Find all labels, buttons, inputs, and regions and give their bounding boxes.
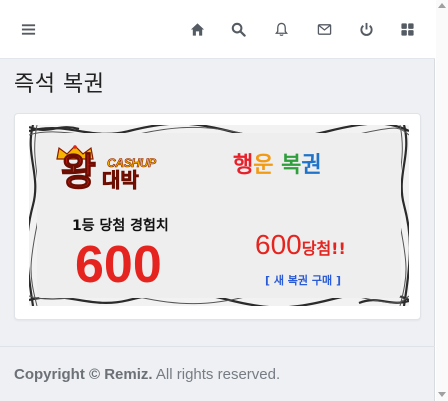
buy-new-ticket-link[interactable]: [ 새 복권 구매 ] (265, 272, 341, 288)
logo-wang-text: 왕 (60, 150, 96, 194)
lucky-lottery-title: 행운 복권 (233, 155, 322, 177)
scrollbar[interactable] (436, 0, 448, 401)
top-navbar (0, 0, 435, 59)
scroll-up-arrow[interactable] (438, 3, 446, 8)
page-title: 즉석 복권 (14, 72, 105, 97)
lucky-title-char: 복 (281, 153, 302, 178)
lottery-card: 왕 CASHUP 대박 행운 복권 1등 당첨 경험치 600 600당첨!! … (14, 113, 421, 320)
envelope-icon[interactable] (313, 18, 335, 40)
menu-icon[interactable] (17, 18, 39, 40)
first-prize-exp-label: 1등 당첨 경험치 (72, 218, 169, 234)
footer-prefix: Copyright © (14, 366, 105, 383)
ticket-face: 왕 CASHUP 대박 행운 복권 1등 당첨 경험치 600 600당첨!! … (37, 133, 401, 298)
power-icon[interactable] (355, 18, 377, 40)
scroll-down-arrow[interactable] (438, 392, 446, 397)
grid-icon[interactable] (396, 18, 418, 40)
lucky-title-char: 행 (233, 153, 254, 178)
win-text: 당첨!! (301, 239, 346, 258)
win-amount: 600 (255, 229, 302, 260)
app-frame: 즉석 복권 왕 CASHUP 대박 행운 복권 1등 당첨 경험치 600 60… (0, 0, 435, 401)
footer-suffix: All rights reserved. (152, 366, 281, 383)
win-result: 600당첨!! (255, 231, 346, 259)
lucky-title-char: 운 (253, 153, 274, 178)
lottery-ticket[interactable]: 왕 CASHUP 대박 행운 복권 1등 당첨 경험치 600 600당첨!! … (29, 125, 409, 306)
footer-copyright: Copyright © Remiz. All rights reserved. (14, 366, 280, 383)
footer-brand[interactable]: Remiz. (104, 366, 152, 383)
home-icon[interactable] (186, 18, 208, 40)
search-icon[interactable] (227, 18, 249, 40)
logo-daebak-text: 대박 (102, 168, 140, 192)
lucky-title-char: 권 (301, 153, 322, 178)
footer-divider (0, 346, 435, 347)
first-prize-exp-value: 600 (75, 236, 162, 294)
bell-icon[interactable] (270, 18, 292, 40)
